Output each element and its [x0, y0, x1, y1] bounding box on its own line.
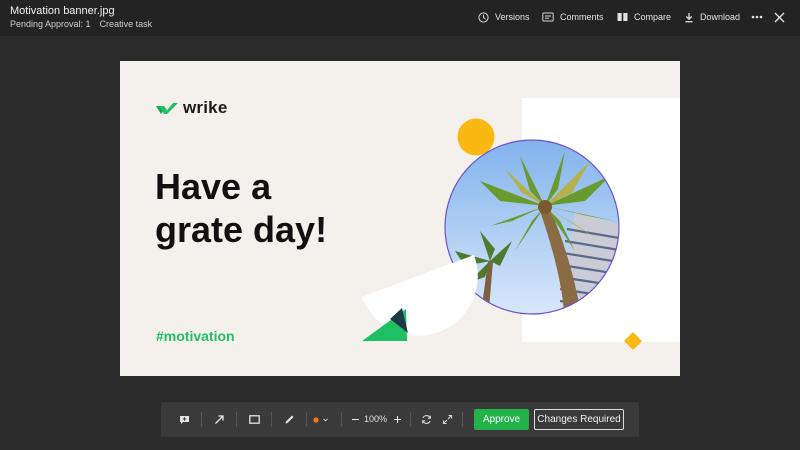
rotate-button[interactable]	[420, 411, 432, 428]
white-semicircle-shape	[362, 255, 478, 336]
arrow-icon	[214, 415, 224, 424]
toolbar-divider	[306, 412, 307, 427]
comment-add-icon	[179, 415, 189, 424]
wrike-checkmark-icon	[156, 103, 178, 114]
image-preview[interactable]: wrike Have a grate day! #motivation	[120, 61, 680, 376]
yellow-circle-shape	[457, 118, 495, 156]
close-button[interactable]	[774, 8, 785, 26]
comment-icon	[542, 12, 554, 21]
wrike-logo: wrike	[156, 98, 227, 118]
zoom-out-button[interactable]	[350, 411, 360, 428]
comments-label: Comments	[560, 12, 604, 22]
headline-line-2: grate day!	[155, 209, 328, 250]
versions-button[interactable]: Versions	[478, 8, 530, 26]
toolbar-divider	[201, 412, 202, 427]
minus-icon	[351, 418, 359, 421]
toolbar-divider	[341, 412, 342, 427]
more-options-button[interactable]	[751, 8, 763, 26]
annotation-toolbar: 100% Approve Changes Required	[161, 402, 639, 437]
task-name[interactable]: Creative task	[100, 19, 153, 29]
headline-line-1: Have a	[155, 166, 272, 207]
toolbar-divider	[462, 412, 463, 427]
pencil-icon	[285, 415, 293, 424]
fullscreen-button[interactable]	[441, 411, 453, 428]
refresh-icon	[421, 415, 431, 424]
download-label: Download	[700, 12, 741, 22]
add-comment-tool[interactable]	[177, 411, 191, 428]
approve-button[interactable]: Approve	[474, 409, 529, 430]
color-swatch-icon	[313, 416, 328, 423]
color-picker[interactable]	[312, 411, 332, 428]
yellow-diamond-shape	[624, 332, 642, 350]
versions-label: Versions	[495, 12, 530, 22]
toolbar-divider	[271, 412, 272, 427]
compare-label: Compare	[634, 12, 672, 22]
toolbar-divider	[236, 412, 237, 427]
file-name: Motivation banner.jpg	[10, 5, 115, 17]
comments-button[interactable]: Comments	[542, 8, 604, 26]
pen-tool[interactable]	[282, 411, 296, 428]
pending-approval-label[interactable]: Pending Approval: 1	[10, 19, 91, 29]
compare-button[interactable]: Compare	[617, 8, 671, 26]
compare-icon	[617, 13, 628, 21]
logo-text: wrike	[183, 98, 228, 117]
close-icon	[774, 12, 785, 22]
plus-icon	[393, 416, 401, 423]
top-bar: Motivation banner.jpg Pending Approval: …	[0, 0, 800, 36]
file-meta: Pending Approval: 1 Creative task	[10, 19, 152, 29]
hashtag-text: #motivation	[156, 328, 235, 344]
zoom-in-button[interactable]	[392, 411, 402, 428]
rectangle-icon	[248, 415, 260, 424]
more-icon	[751, 15, 763, 19]
download-button[interactable]: Download	[684, 8, 740, 26]
zoom-level: 100%	[364, 414, 388, 424]
banner-headline: Have a grate day!	[155, 165, 395, 251]
changes-required-button[interactable]: Changes Required	[534, 409, 624, 430]
download-icon	[685, 12, 693, 22]
clock-icon	[478, 11, 489, 23]
toolbar-divider	[410, 412, 411, 427]
expand-icon	[442, 414, 452, 425]
rectangle-tool[interactable]	[247, 411, 261, 428]
arrow-tool[interactable]	[212, 411, 226, 428]
